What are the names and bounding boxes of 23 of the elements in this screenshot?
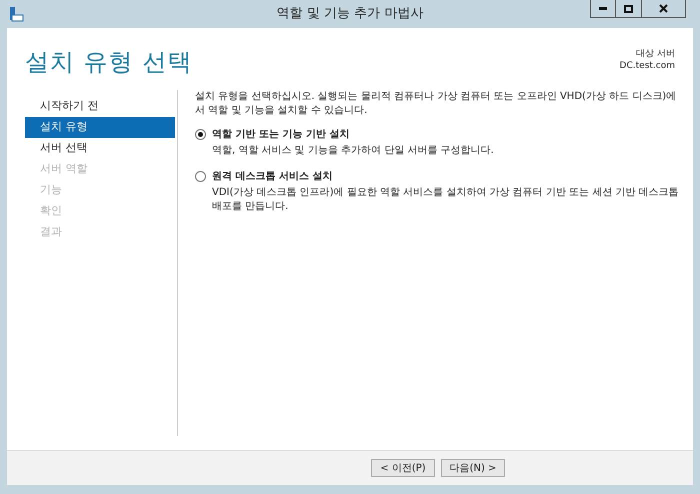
option-label[interactable]: 역할 기반 또는 기능 기반 설치	[212, 127, 350, 142]
maximize-icon	[624, 4, 633, 12]
wizard-button[interactable]: 다음(N) >	[441, 459, 505, 477]
wizard-button[interactable]: < 이전(P)	[371, 459, 435, 477]
option-description: 역할, 역할 서비스 및 기능을 추가하여 단일 서버를 구성합니다.	[211, 144, 495, 158]
target-server-label: 대상 서버	[635, 48, 675, 60]
close-button[interactable]	[642, 0, 686, 18]
target-server-name: DC.test.com	[620, 60, 675, 72]
window-title: 역할 및 기능 추가 마법사	[276, 5, 424, 24]
minimize-button[interactable]	[590, 0, 616, 18]
close-icon	[659, 4, 668, 13]
maximize-button[interactable]	[616, 0, 642, 18]
wizard-step[interactable]: 시작하기 전	[25, 96, 175, 117]
minimize-icon	[599, 7, 607, 10]
radio-button[interactable]	[195, 171, 206, 182]
option-label[interactable]: 원격 데스크톱 서비스 설치	[212, 169, 332, 184]
instruction-text: 설치 유형을 선택하십시오. 실행되는 물리적 컴퓨터나 가상 컴퓨터 또는 오프라인 VHD(가상 하드 디스크)에서 역할 및 기능을 설치할 수 있습니다.	[195, 90, 678, 118]
page-title: 설치 유형 선택	[25, 47, 192, 78]
wizard-step[interactable]: 서버 선택	[25, 138, 175, 159]
wizard-step[interactable]: 설치 유형	[25, 117, 175, 138]
server-manager-icon	[8, 6, 24, 22]
option-description: VDI(가상 데스크톱 인프라)에 필요한 역할 서비스를 설치하여 가상 컴퓨터 기반 또는 세션 기반 데스크톱 배포를 만듭니다.	[211, 186, 679, 214]
radio-button[interactable]	[195, 129, 206, 140]
